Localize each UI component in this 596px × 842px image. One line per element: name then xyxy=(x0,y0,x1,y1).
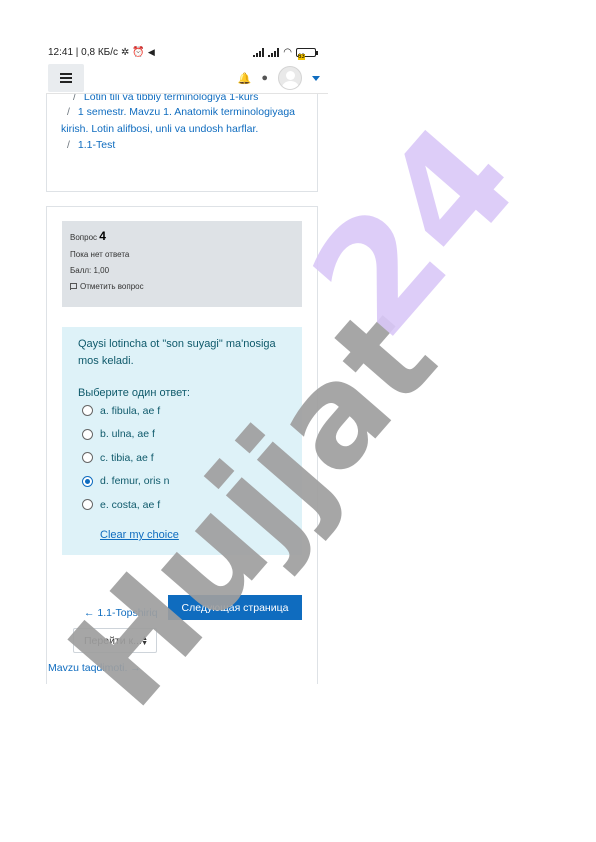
answer-option-c[interactable]: c. tibia, ae f xyxy=(82,446,286,470)
answer-option-a[interactable]: a. fibula, ae f xyxy=(82,399,286,423)
question-number: 4 xyxy=(99,229,106,243)
prev-activity-link[interactable]: ← 1.1-Topshiriq xyxy=(84,607,158,619)
breadcrumb-section[interactable]: 1 semestr. Mavzu 1. Anatomik terminologi… xyxy=(61,106,295,135)
status-bar: 12:41 | 0,8 КБ/с ✲ ⏰ ◀ ◠ 63 xyxy=(48,44,318,60)
select-arrows-icon: ▲ ▼ xyxy=(141,635,148,647)
answer-prompt: Выберите один ответ: xyxy=(78,387,190,399)
answer-option-b[interactable]: b. ulna, ae f xyxy=(82,423,286,447)
radio-c[interactable] xyxy=(82,452,93,464)
status-time: 12:41 | 0,8 КБ/с xyxy=(48,46,119,58)
question-content: Qaysi lotincha ot "son suyagi" ma'nosiga… xyxy=(62,327,302,555)
chat-icon[interactable]: ● xyxy=(261,72,268,84)
question-text: Qaysi lotincha ot "son suyagi" ma'nosiga… xyxy=(78,338,276,367)
question-state: Пока нет ответа xyxy=(70,250,130,259)
radio-a[interactable] xyxy=(82,405,93,417)
settings-icon: ✲ xyxy=(121,46,130,58)
signal-icon-2 xyxy=(268,47,280,57)
clear-choice-link[interactable]: Clear my choice xyxy=(100,529,179,541)
avatar[interactable] xyxy=(278,66,302,90)
top-navbar: 🔔 ● xyxy=(46,62,328,94)
breadcrumb-card: / Lotin tili va tibbiy terminologiya 1-ku… xyxy=(46,94,318,192)
answer-option-e[interactable]: e. costa, ae f xyxy=(82,493,286,517)
bell-icon[interactable]: 🔔 xyxy=(238,72,252,85)
question-label: Вопрос xyxy=(70,233,98,242)
wifi-icon: ◠ xyxy=(283,46,292,58)
alarm-icon: ⏰ xyxy=(132,46,145,58)
battery-icon: 63 xyxy=(296,47,318,60)
radio-d[interactable] xyxy=(82,475,93,487)
flag-icon xyxy=(70,283,77,290)
navigation-arrow-icon: ◀ xyxy=(147,46,155,57)
radio-b[interactable] xyxy=(82,428,93,440)
watermark-number: 24 xyxy=(279,93,551,369)
next-activity-link[interactable]: Mavzu taqdimoti. → xyxy=(48,662,141,674)
radio-e[interactable] xyxy=(82,499,93,511)
answer-option-d[interactable]: d. femur, oris n xyxy=(82,470,286,494)
hamburger-icon[interactable] xyxy=(48,64,84,92)
breadcrumb-quiz[interactable]: 1.1-Test xyxy=(78,139,115,151)
flag-question-link[interactable]: Отметить вопрос xyxy=(70,282,294,291)
signal-icon xyxy=(253,47,265,57)
breadcrumb-course[interactable]: Lotin tili va tibbiy terminologiya 1-kur… xyxy=(84,94,259,103)
next-page-button[interactable]: Следующая страница xyxy=(168,595,302,620)
breadcrumb: / Lotin tili va tibbiy terminologiya 1-ku… xyxy=(61,94,311,154)
question-info: Вопрос 4 Пока нет ответа Балл: 1,00 Отме… xyxy=(62,221,302,307)
question-mark: Балл: 1,00 xyxy=(70,266,110,275)
chevron-down-icon[interactable] xyxy=(312,75,320,81)
jump-to-select[interactable]: Перейти к... ▲ ▼ xyxy=(73,628,157,653)
